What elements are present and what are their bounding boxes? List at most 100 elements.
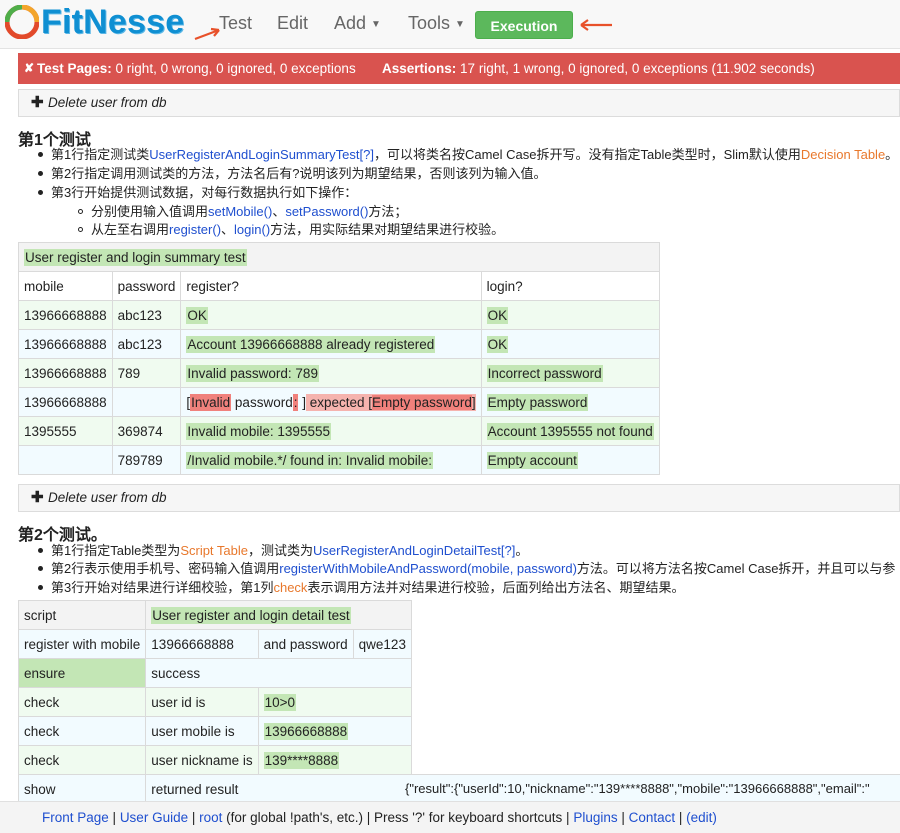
script-table-link[interactable]: Script Table	[180, 543, 248, 558]
create-page-link[interactable]: [?]	[360, 147, 374, 162]
nav-edit[interactable]: Edit	[277, 13, 308, 34]
separator: |	[617, 810, 629, 825]
caret-down-icon: ▼	[455, 18, 465, 30]
table-cell: qwe123	[352, 629, 412, 659]
table-row: 1395555 369874 Invalid mobile: 1395555 A…	[18, 416, 660, 446]
list-item: 从左至右调用register()、login()方法，用实际结果对期望结果进行校…	[78, 221, 504, 239]
table-row: script User register and login detail te…	[17, 600, 412, 630]
list-item: 第2行表示使用手机号、密码输入值调用registerWithMobileAndP…	[38, 560, 895, 578]
column-header: password	[111, 271, 182, 301]
create-page-link[interactable]: [?]	[501, 543, 515, 558]
test-class-link[interactable]: UserRegisterAndLoginSummaryTest	[149, 147, 359, 162]
table-row: show returned result	[17, 774, 412, 804]
column-header: register?	[180, 271, 482, 301]
table-cell: user id is	[145, 687, 259, 717]
pass-cell: OK	[186, 306, 208, 324]
separator: |	[562, 810, 574, 825]
execution-log-button[interactable]: Execution Log	[475, 11, 573, 62]
register-link[interactable]: register()	[169, 222, 221, 237]
pass-cell: Incorrect password	[486, 364, 603, 382]
pass-cell: ensure	[17, 658, 147, 688]
pass-cell: 10>0	[263, 693, 297, 711]
list-item: 第1行指定Table类型为Script Table，测试类为UserRegist…	[38, 542, 528, 560]
list-item: 第3行开始提供测试数据，对每行数据执行如下操作：	[38, 184, 357, 202]
footer-user-guide-link[interactable]: User Guide	[120, 810, 188, 825]
set-password-link[interactable]: setPassword()	[285, 204, 368, 219]
plus-icon[interactable]: ✚	[31, 90, 44, 116]
footer-plugins-link[interactable]: Plugins	[573, 810, 617, 825]
check-link[interactable]: check	[273, 580, 307, 595]
pass-cell: Empty account	[486, 451, 578, 469]
table-cell: abc123	[111, 329, 182, 359]
collapsible-delete-user[interactable]: ✚ Delete user from db	[18, 89, 900, 117]
collapsible-label: Delete user from db	[48, 490, 167, 505]
table-cell: check	[17, 687, 147, 717]
table-row: ensure success	[17, 658, 412, 688]
table-cell: success	[145, 658, 412, 688]
table-cell: returned result	[145, 774, 412, 804]
pass-cell: Invalid mobile: 1395555	[186, 422, 331, 440]
pass-cell: Account 13966668888 already registered	[186, 335, 436, 353]
table-cell: 13966668888	[145, 629, 259, 659]
table-header-row: mobile password register? login?	[18, 271, 660, 301]
fail-cell: [Invalid password: ] expected [Empty pas…	[180, 387, 482, 417]
test-class-link[interactable]: UserRegisterAndLoginDetailTest	[313, 543, 501, 558]
table-cell: 1395555	[18, 416, 113, 446]
separator: |	[363, 810, 375, 825]
list-item: 第3行开始对结果进行详细校验，第1列check表示调用方法并对结果进行校验，后面…	[38, 579, 684, 597]
decision-table-link[interactable]: Decision Table	[801, 147, 885, 162]
pass-cell: 13966668888	[263, 722, 349, 740]
table-cell: check	[17, 745, 147, 775]
test-pages-label: Test Pages:	[37, 61, 112, 76]
list-item: 分别使用输入值调用setMobile()、setPassword()方法；	[78, 203, 407, 221]
separator: |	[108, 810, 120, 825]
table-cell: 13966668888	[18, 300, 113, 330]
table-cell: 369874	[111, 416, 182, 446]
plus-icon[interactable]: ✚	[31, 485, 44, 511]
pass-cell: /Invalid mobile.*/ found in: Invalid mob…	[186, 451, 434, 469]
footer-front-page-link[interactable]: Front Page	[42, 810, 109, 825]
separator: |	[675, 810, 687, 825]
nav-test[interactable]: Test	[219, 13, 252, 34]
table-cell: show	[17, 774, 147, 804]
show-result-cell: {"result":{"userId":10,"nickname":"139**…	[400, 774, 900, 802]
table-row: check user mobile is 13966668888	[17, 716, 412, 746]
table-cell: 13966668888	[18, 387, 113, 417]
table-cell: check	[17, 716, 147, 746]
pass-cell: Account 1395555 not found	[486, 422, 654, 440]
column-header: mobile	[18, 271, 113, 301]
footer-edit-link[interactable]: (edit)	[686, 810, 717, 825]
fail-x-icon: ✘	[24, 61, 35, 75]
footer: Front Page | User Guide | root (for glob…	[0, 801, 900, 833]
decision-table: User register and login summary test mob…	[18, 242, 660, 475]
table-row: 13966668888 abc123 Account 13966668888 a…	[18, 329, 660, 359]
table-row: 789789 /Invalid mobile.*/ found in: Inva…	[18, 445, 660, 475]
set-mobile-link[interactable]: setMobile()	[208, 204, 272, 219]
table-cell: abc123	[111, 300, 182, 330]
footer-contact-link[interactable]: Contact	[629, 810, 676, 825]
table-cell: user nickname is	[145, 745, 259, 775]
table-row: 13966668888 [Invalid password: ] expecte…	[18, 387, 660, 417]
logo-text[interactable]: FitNesse	[41, 3, 184, 42]
nav-add[interactable]: Add ▼	[334, 13, 381, 34]
table-row: register with mobile 13966668888 and pas…	[17, 629, 412, 659]
table-cell: user mobile is	[145, 716, 259, 746]
annotation-arrow-icon	[580, 19, 612, 31]
test-pages-value: 0 right, 0 wrong, 0 ignored, 0 exception…	[115, 61, 356, 76]
nav-tools[interactable]: Tools ▼	[408, 13, 465, 34]
login-link[interactable]: login()	[234, 222, 270, 237]
fitnesse-logo-icon[interactable]	[5, 5, 39, 39]
separator: |	[188, 810, 200, 825]
test-result-banner: ✘ Test Pages: 0 right, 0 wrong, 0 ignore…	[18, 53, 900, 84]
list-item: 第2行指定调用测试类的方法，方法名后有?说明该列为期望结果，否则该列为输入值。	[38, 165, 546, 183]
script-table: script User register and login detail te…	[17, 600, 412, 804]
nav-add-label: Add	[334, 13, 367, 33]
pass-cell: Empty password	[486, 393, 589, 411]
pass-cell: OK	[486, 306, 509, 324]
footer-root-link[interactable]: root	[199, 810, 222, 825]
assertions-summary: Assertions: 17 right, 1 wrong, 0 ignored…	[382, 53, 815, 84]
method-link[interactable]: registerWithMobileAndPassword(mobile, pa…	[279, 561, 577, 576]
collapsible-delete-user[interactable]: ✚ Delete user from db	[18, 484, 900, 512]
table-row: check user nickname is 139****8888	[17, 745, 412, 775]
list-item: 第1行指定测试类UserRegisterAndLoginSummaryTest[…	[38, 146, 898, 164]
